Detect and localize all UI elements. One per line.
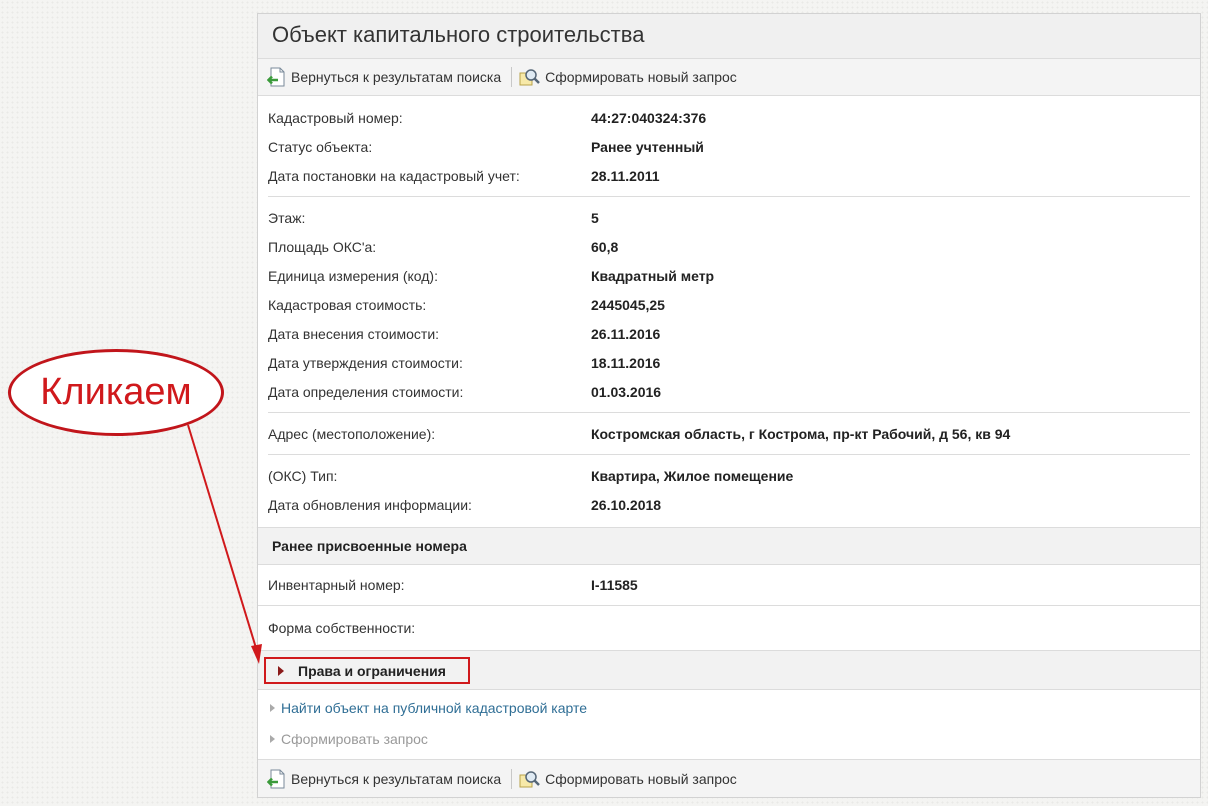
field-label: Форма собственности: <box>268 619 416 636</box>
ownership-group: Форма собственности: <box>258 606 1200 650</box>
back-to-results-label: Вернуться к результатам поиска <box>291 69 502 85</box>
new-request-label: Сформировать новый запрос <box>545 770 737 787</box>
new-request-label: Сформировать новый запрос <box>545 69 737 85</box>
back-to-results-button[interactable]: Вернуться к результатам поиска <box>267 769 501 789</box>
expand-triangle-icon <box>278 665 284 676</box>
toolbar-separator <box>511 768 513 789</box>
back-document-icon <box>267 769 285 788</box>
top-toolbar: Вернуться к результатам поиска Сформиров… <box>258 59 1200 96</box>
field-value: Квадратный метр <box>591 267 715 284</box>
info-row: Дата утверждения стоимости: 18.11.2016 <box>268 348 1190 377</box>
divider <box>268 454 1190 455</box>
previous-numbers-group: Инвентарный номер: I-11585 <box>258 565 1200 605</box>
info-row: Единица измерения (код): Квадратный метр <box>268 261 1190 290</box>
info-row: Дата внесения стоимости: 26.11.2016 <box>268 319 1190 348</box>
previous-numbers-heading: Ранее присвоенные номера <box>258 527 1200 565</box>
field-label: Единица измерения (код): <box>268 267 438 284</box>
field-label: Площадь ОКС'а: <box>268 238 377 255</box>
field-value: 18.11.2016 <box>591 354 661 371</box>
field-value: 2445045,25 <box>591 296 665 313</box>
bullet-triangle-icon <box>270 734 275 743</box>
bottom-toolbar: Вернуться к результатам поиска Сформиров… <box>258 759 1200 797</box>
search-binoculars-icon <box>519 69 541 86</box>
field-label: Дата определения стоимости: <box>268 383 464 400</box>
divider <box>268 196 1190 197</box>
field-label: Дата внесения стоимости: <box>268 325 440 342</box>
back-to-results-button[interactable]: Вернуться к результатам поиска <box>267 67 501 87</box>
info-group-3: Адрес (местоположение): Костромская обла… <box>258 419 1200 448</box>
search-binoculars-icon <box>519 770 541 787</box>
info-group-1: Кадастровый номер: 44:27:040324:376 Стат… <box>258 96 1200 190</box>
page-title: Объект капитального строительства <box>258 14 1200 59</box>
info-row: Этаж: 5 <box>268 203 1190 232</box>
field-value: 44:27:040324:376 <box>591 109 707 126</box>
field-value: Квартира, Жилое помещение <box>591 467 794 484</box>
info-row: Дата постановки на кадастровый учет: 28.… <box>268 161 1190 190</box>
rights-toggle[interactable]: Права и ограничения <box>264 657 470 684</box>
field-value: I-11585 <box>591 576 638 593</box>
bullet-triangle-icon <box>270 703 275 712</box>
info-row: Дата определения стоимости: 01.03.2016 <box>268 377 1190 406</box>
make-request-link-text: Сформировать запрос <box>281 730 428 747</box>
info-row: Статус объекта: Ранее учтенный <box>268 132 1190 161</box>
info-group-4: (ОКС) Тип: Квартира, Жилое помещение Дат… <box>258 461 1200 527</box>
back-to-results-label: Вернуться к результатам поиска <box>291 770 502 787</box>
field-value: Ранее учтенный <box>591 138 704 155</box>
field-label: (ОКС) Тип: <box>268 467 338 484</box>
annotation-callout-text: Кликаем <box>40 371 192 413</box>
field-value: Костромская область, г Кострома, пр-кт Р… <box>591 425 1011 442</box>
field-value: 01.03.2016 <box>591 383 662 400</box>
annotation-callout: Кликаем <box>8 349 224 436</box>
field-label: Кадастровый номер: <box>268 109 403 126</box>
info-row: Инвентарный номер: I-11585 <box>268 570 1190 599</box>
back-document-icon <box>267 67 285 87</box>
field-label: Дата обновления информации: <box>268 496 472 513</box>
field-value: 28.11.2011 <box>591 167 660 184</box>
new-request-button[interactable]: Сформировать новый запрос <box>519 67 737 87</box>
info-row: Кадастровая стоимость: 2445045,25 <box>268 290 1190 319</box>
field-label: Инвентарный номер: <box>268 576 405 593</box>
field-label: Дата утверждения стоимости: <box>268 354 463 371</box>
info-row: Дата обновления информации: 26.10.2018 <box>268 490 1190 519</box>
field-label: Дата постановки на кадастровый учет: <box>268 167 520 184</box>
info-row: Кадастровый номер: 44:27:040324:376 <box>268 103 1190 132</box>
field-label: Этаж: <box>268 209 306 226</box>
field-value: 26.10.2018 <box>591 496 662 513</box>
info-row: Форма собственности: <box>268 613 1190 642</box>
rights-section: Права и ограничения <box>258 650 1200 690</box>
field-value: 60,8 <box>591 238 619 255</box>
info-row: (ОКС) Тип: Квартира, Жилое помещение <box>268 461 1190 490</box>
divider <box>268 412 1190 413</box>
field-value: 26.11.2016 <box>591 325 661 342</box>
toolbar-separator <box>511 67 513 87</box>
rights-label: Права и ограничения <box>298 662 446 679</box>
info-row: Адрес (местоположение): Костромская обла… <box>268 419 1190 448</box>
public-map-link[interactable]: Найти объект на публичной кадастровой ка… <box>258 692 1200 723</box>
info-group-2: Этаж: 5 Площадь ОКС'а: 60,8 Единица изме… <box>258 203 1200 406</box>
field-label: Адрес (местоположение): <box>268 425 436 442</box>
info-row: Площадь ОКС'а: 60,8 <box>268 232 1190 261</box>
object-panel: Объект капитального строительства Вернут… <box>257 13 1201 798</box>
field-value: 5 <box>591 209 599 226</box>
field-label: Кадастровая стоимость: <box>268 296 427 313</box>
make-request-link[interactable]: Сформировать запрос <box>258 723 1200 754</box>
field-label: Статус объекта: <box>268 138 373 155</box>
public-map-link-text: Найти объект на публичной кадастровой ка… <box>281 699 588 716</box>
new-request-button[interactable]: Сформировать новый запрос <box>519 769 737 789</box>
